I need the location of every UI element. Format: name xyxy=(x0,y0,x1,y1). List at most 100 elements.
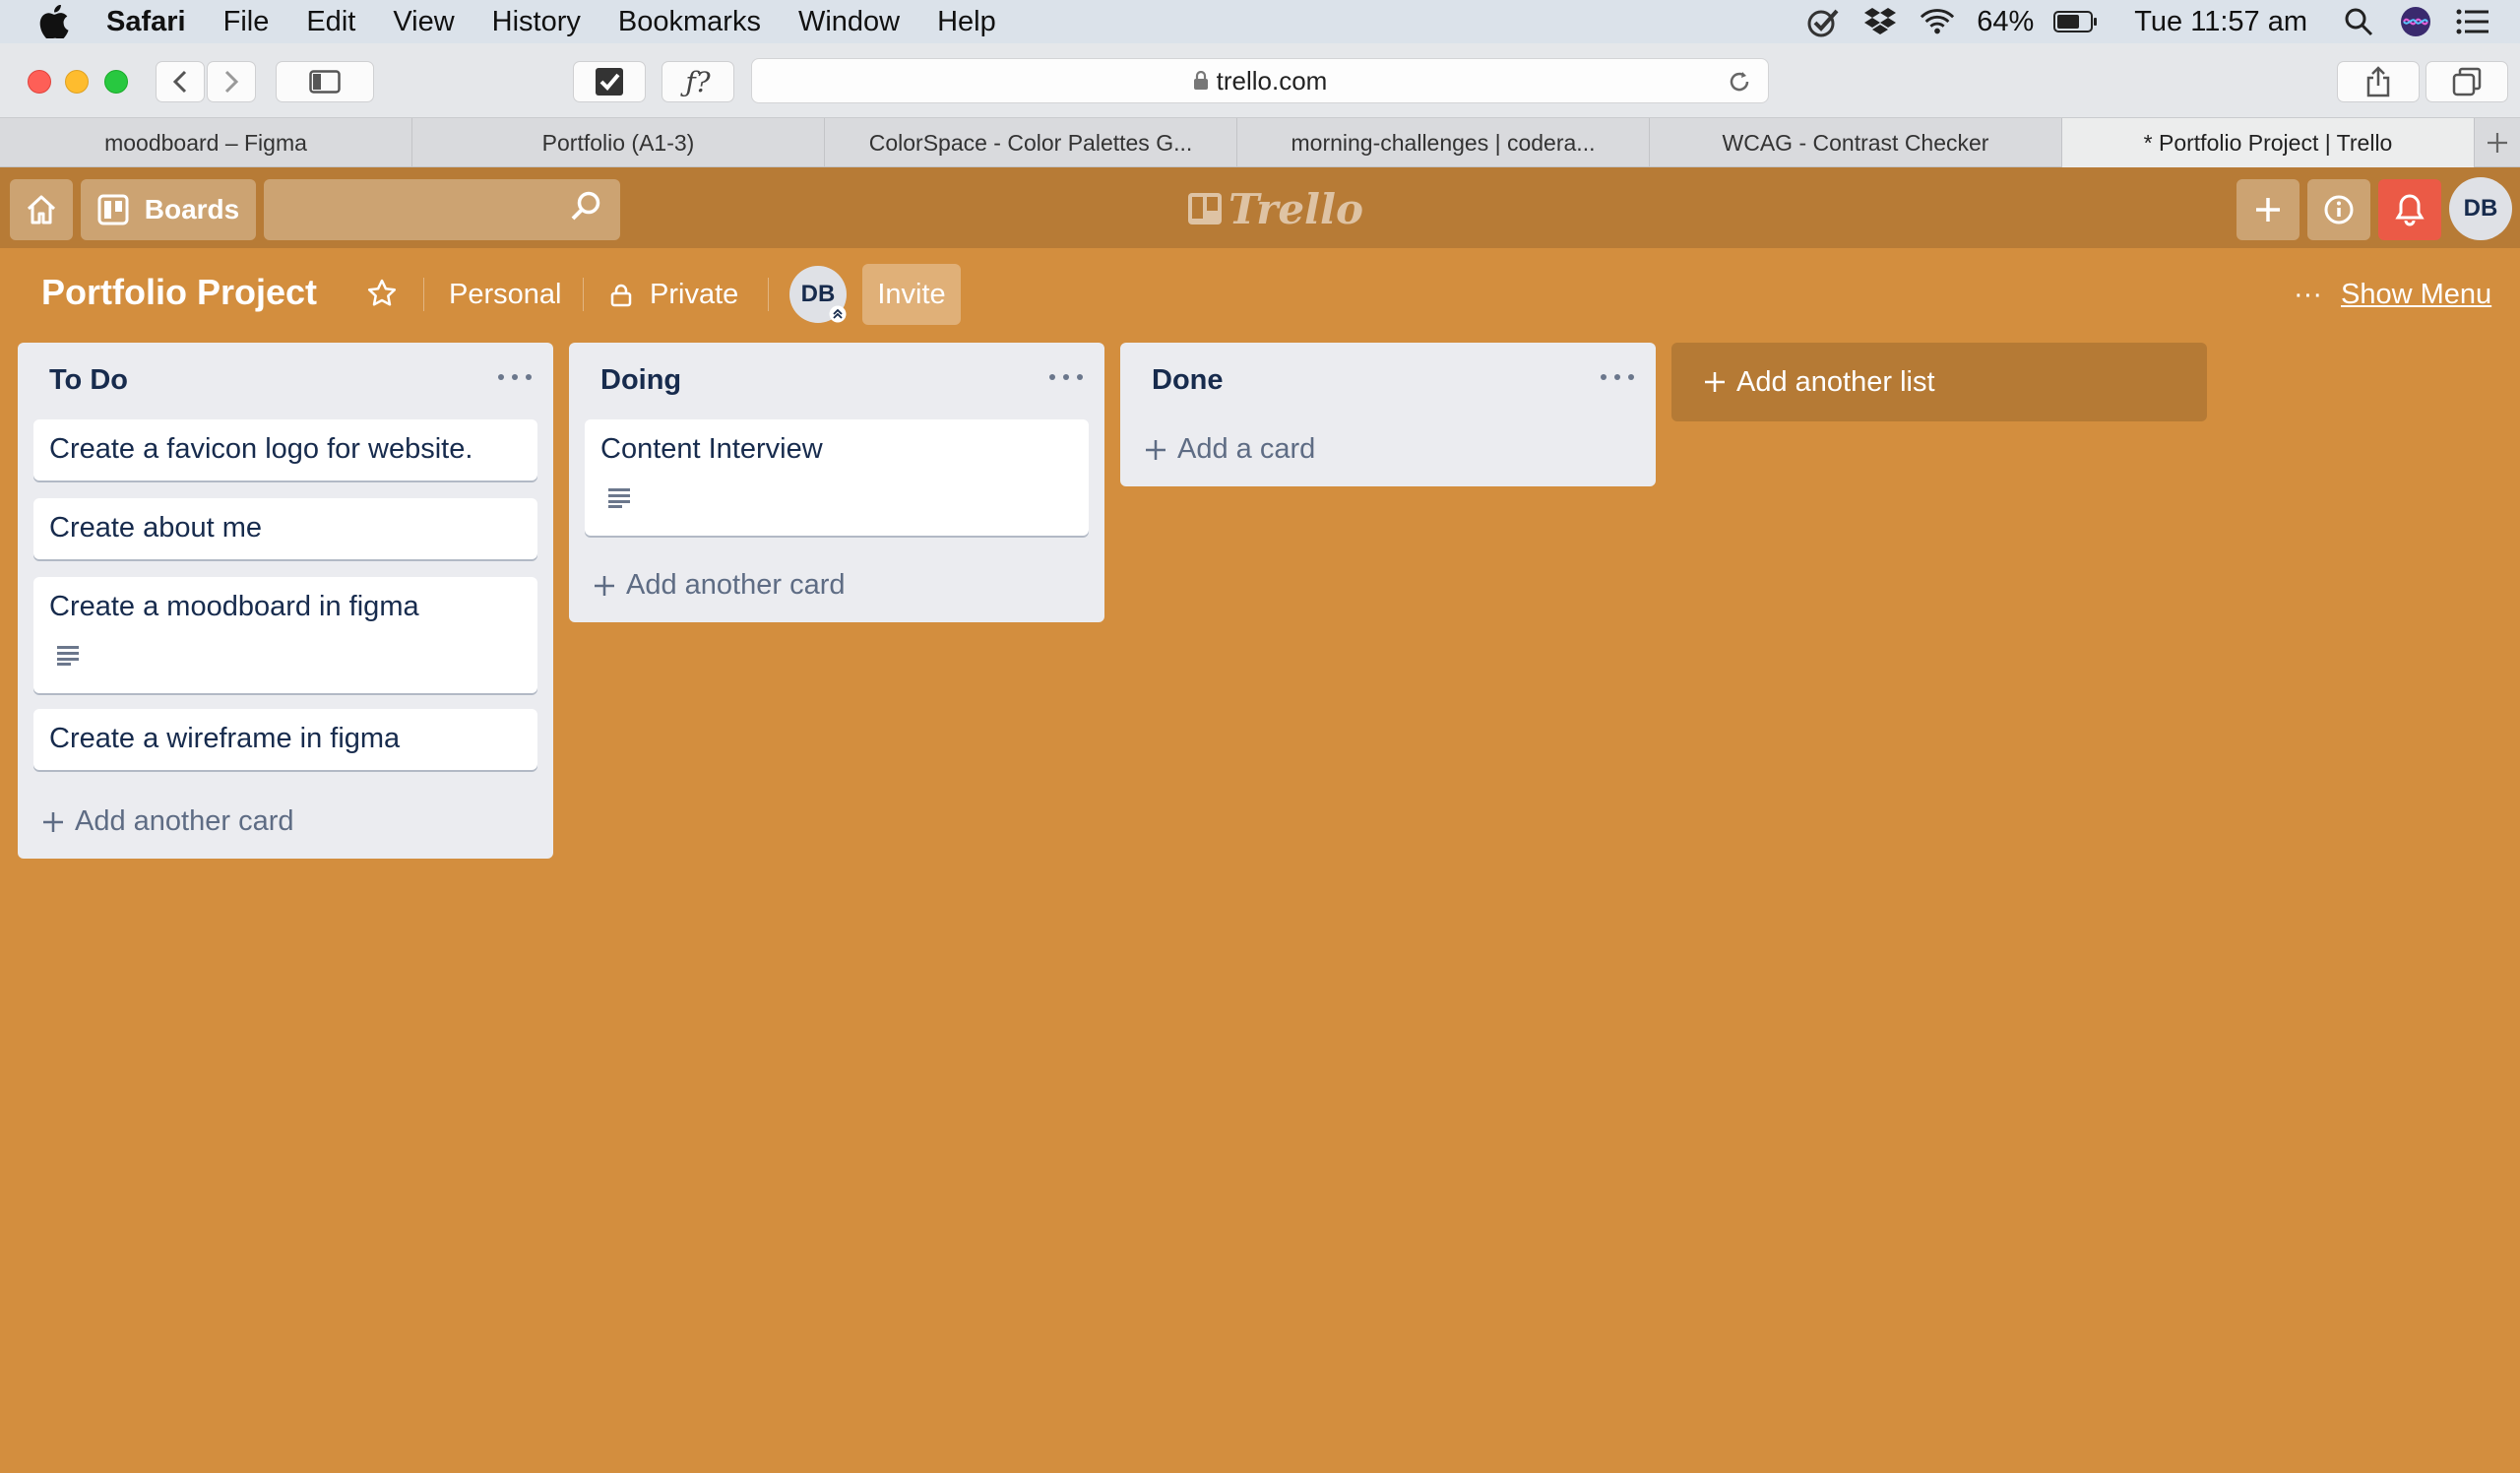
menu-view[interactable]: View xyxy=(393,6,454,38)
menu-help[interactable]: Help xyxy=(937,6,996,38)
team-button[interactable]: Personal xyxy=(449,279,561,311)
lock-icon xyxy=(610,284,632,307)
menu-dots-icon[interactable]: ··· xyxy=(2294,279,2322,311)
trello-logo-icon xyxy=(1188,193,1222,224)
dropbox-icon[interactable] xyxy=(1862,4,1898,39)
menu-edit[interactable]: Edit xyxy=(306,6,355,38)
info-icon xyxy=(2324,195,2354,224)
user-avatar[interactable]: DB xyxy=(2449,177,2512,240)
browser-tab[interactable]: ColorSpace - Color Palettes G... xyxy=(825,118,1237,167)
create-button[interactable] xyxy=(2236,179,2300,240)
card[interactable]: Create a moodboard in figma xyxy=(33,577,537,693)
board-title[interactable]: Portfolio Project xyxy=(41,272,317,313)
search-icon[interactable] xyxy=(569,189,602,223)
new-tab-button[interactable] xyxy=(2475,118,2520,166)
boards-button[interactable]: Boards xyxy=(81,179,256,240)
notification-center-icon[interactable] xyxy=(2455,4,2490,39)
sidebar-toggle-button[interactable] xyxy=(276,61,374,102)
info-button[interactable] xyxy=(2307,179,2370,240)
menu-app-name[interactable]: Safari xyxy=(106,6,186,38)
card-title: Create a wireframe in figma xyxy=(49,723,401,754)
lock-icon xyxy=(1193,71,1208,90)
minimize-window-button[interactable] xyxy=(65,70,89,94)
trello-logo[interactable]: Trello xyxy=(1187,185,1363,233)
list-done: Done Add a card xyxy=(1120,343,1656,486)
zoom-window-button[interactable] xyxy=(104,70,128,94)
add-card-button[interactable]: Add another card xyxy=(41,805,293,838)
plus-icon xyxy=(1146,439,1166,460)
plus-icon xyxy=(43,811,63,832)
card[interactable]: Create a wireframe in figma xyxy=(33,709,537,770)
apple-icon[interactable] xyxy=(39,5,73,38)
menu-window[interactable]: Window xyxy=(798,6,900,38)
add-card-label: Add another card xyxy=(75,805,294,837)
home-button[interactable] xyxy=(10,179,73,240)
trello-header: Boards Trello DB xyxy=(0,167,2520,248)
add-card-label: Add another card xyxy=(626,569,846,601)
add-card-label: Add a card xyxy=(1177,433,1316,465)
browser-toolbar: ƒ? trello.com xyxy=(0,43,2520,118)
checkbox-extension-button[interactable] xyxy=(573,61,646,102)
member-initials: DB xyxy=(800,281,836,307)
card[interactable]: Create about me xyxy=(33,498,537,559)
description-icon xyxy=(608,488,630,508)
home-icon xyxy=(27,195,56,224)
menu-bar: Safari File Edit View History Bookmarks … xyxy=(0,0,2520,43)
card[interactable]: Create a favicon logo for website. xyxy=(33,419,537,480)
divider xyxy=(583,278,584,311)
tab-overview-button[interactable] xyxy=(2426,61,2508,102)
notifications-button[interactable] xyxy=(2378,179,2441,240)
list-menu-icon[interactable] xyxy=(498,360,532,394)
close-window-button[interactable] xyxy=(28,70,51,94)
tab-bar: moodboard – Figma Portfolio (A1-3) Color… xyxy=(0,118,2520,167)
plus-icon xyxy=(1705,372,1725,392)
list-title[interactable]: Doing xyxy=(600,364,681,397)
siri-icon[interactable] xyxy=(2398,4,2433,39)
address-bar[interactable]: trello.com xyxy=(751,58,1769,103)
member-avatar[interactable]: DB xyxy=(789,266,847,323)
boards-label: Boards xyxy=(144,194,240,224)
checkmark-status-icon[interactable] xyxy=(1805,4,1841,39)
card[interactable]: Content Interview xyxy=(585,419,1089,536)
browser-tab[interactable]: Portfolio (A1-3) xyxy=(412,118,825,167)
url-text: trello.com xyxy=(1216,65,1328,96)
search-input[interactable] xyxy=(264,179,620,240)
description-icon xyxy=(57,646,79,666)
plus-icon xyxy=(2256,198,2280,222)
card-title: Create a moodboard in figma xyxy=(49,591,419,622)
back-button[interactable] xyxy=(156,61,205,102)
menu-clock[interactable]: Tue 11:57 am xyxy=(2134,6,2307,38)
trello-logo-text: Trello xyxy=(1228,184,1363,233)
add-card-button[interactable]: Add another card xyxy=(593,569,845,602)
boards-icon xyxy=(97,194,129,225)
divider xyxy=(768,278,769,311)
list-title[interactable]: Done xyxy=(1152,364,1224,397)
battery-icon[interactable] xyxy=(2053,4,2099,39)
visibility-button[interactable]: Private xyxy=(650,279,738,311)
show-menu-link[interactable]: Show Menu xyxy=(2341,279,2491,311)
add-card-button[interactable]: Add a card xyxy=(1144,433,1315,466)
list-menu-icon[interactable] xyxy=(1049,360,1083,394)
browser-tab[interactable]: moodboard – Figma xyxy=(0,118,412,167)
reload-icon[interactable] xyxy=(1727,69,1752,95)
invite-button[interactable]: Invite xyxy=(862,264,961,325)
wifi-icon[interactable] xyxy=(1920,4,1955,39)
share-button[interactable] xyxy=(2337,61,2420,102)
add-list-button[interactable]: Add another list xyxy=(1671,343,2207,421)
function-extension-button[interactable]: ƒ? xyxy=(662,61,734,102)
list-menu-icon[interactable] xyxy=(1601,360,1634,394)
function-icon: ƒ? xyxy=(685,65,711,98)
list-title[interactable]: To Do xyxy=(49,364,128,397)
browser-tab[interactable]: morning-challenges | codera... xyxy=(1237,118,1650,167)
star-icon[interactable] xyxy=(366,278,398,309)
plus-icon xyxy=(2488,132,2507,153)
browser-tab-active[interactable]: * Portfolio Project | Trello xyxy=(2062,118,2475,167)
menu-history[interactable]: History xyxy=(492,6,581,38)
browser-tab[interactable]: WCAG - Contrast Checker xyxy=(1650,118,2062,167)
card-title: Content Interview xyxy=(600,433,823,465)
forward-button[interactable] xyxy=(207,61,256,102)
menu-bookmarks[interactable]: Bookmarks xyxy=(618,6,761,38)
menu-file[interactable]: File xyxy=(223,6,270,38)
spotlight-search-icon[interactable] xyxy=(2341,4,2376,39)
battery-percentage: 64% xyxy=(1977,5,2035,37)
